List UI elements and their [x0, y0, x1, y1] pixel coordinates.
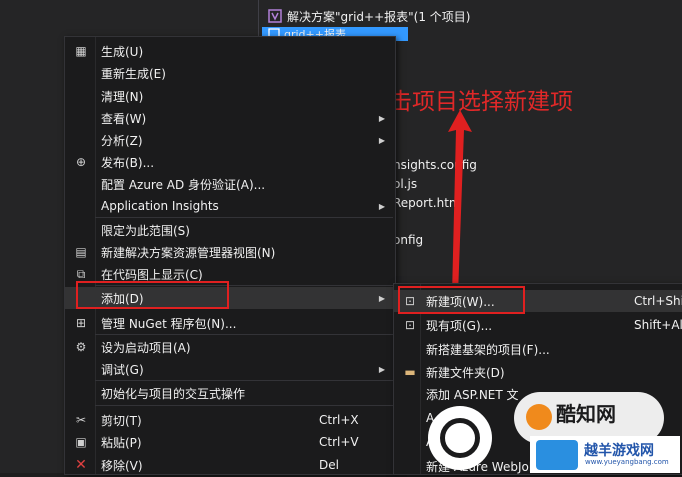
folder-icon: ▬: [404, 365, 416, 379]
menu-analyze[interactable]: 分析(Z) ▶: [65, 129, 395, 151]
solution-node[interactable]: 解决方案"grid++报表"(1 个项目): [268, 7, 470, 25]
existing-item-icon: ⊡: [404, 318, 416, 332]
solution-icon: [268, 9, 282, 23]
menu-app-insights[interactable]: Application Insights ▶: [65, 195, 395, 217]
scissors-icon: ✂: [75, 413, 87, 427]
menu-rebuild[interactable]: 重新生成(E): [65, 62, 395, 84]
nuget-icon: ⊞: [75, 316, 87, 330]
build-icon: ▦: [75, 44, 87, 58]
menu-cut[interactable]: ✂ 剪切(T) Ctrl+X: [65, 409, 395, 431]
close-icon: ✕: [75, 457, 87, 473]
globe-icon: ⊕: [75, 155, 87, 169]
menu-build[interactable]: ▦ 生成(U): [65, 40, 395, 62]
menu-paste[interactable]: ▣ 粘贴(P) Ctrl+V: [65, 431, 395, 453]
clipboard-icon: ▣: [75, 435, 87, 449]
watermark-site: 越羊游戏网: [584, 443, 654, 459]
menu-interactive[interactable]: 初始化与项目的交互式操作: [65, 382, 395, 404]
context-menu: ▦ 生成(U) 重新生成(E) 清理(N) 查看(W) ▶ 分析(Z) ▶ ⊕ …: [64, 36, 396, 475]
menu-clean[interactable]: 清理(N): [65, 85, 395, 107]
menu-azure-ad[interactable]: 配置 Azure AD 身份验证(A)...: [65, 173, 395, 195]
file-config[interactable]: onfig: [393, 233, 423, 247]
menu-view[interactable]: 查看(W) ▶: [65, 107, 395, 129]
annotation-arrow: [448, 110, 472, 295]
menu-publish[interactable]: ⊕ 发布(B)...: [65, 151, 395, 173]
highlight-add: [76, 281, 229, 309]
watermark-logo-ring: [440, 418, 480, 458]
submenu-arrow-icon: ▶: [378, 364, 385, 374]
watermark-url: www.yueyangbang.com: [585, 458, 669, 466]
submenu-arrow-icon: ▶: [378, 201, 385, 211]
submenu-arrow-icon: ▶: [378, 135, 385, 145]
submenu-new-folder[interactable]: ▬ 新建文件夹(D): [394, 361, 682, 383]
solution-label: 解决方案"grid++报表"(1 个项目): [287, 9, 471, 24]
menu-scope[interactable]: 限定为此范围(S): [65, 219, 395, 241]
submenu-existing-item[interactable]: ⊡ 现有项(G)... Shift+Alt: [394, 314, 682, 336]
menu-nuget[interactable]: ⊞ 管理 NuGet 程序包(N)...: [65, 312, 395, 334]
watermark-dot: [526, 404, 552, 430]
gear-icon: ⚙: [75, 340, 87, 354]
menu-debug[interactable]: 调试(G) ▶: [65, 358, 395, 380]
watermark-brand: 酷知网: [556, 402, 616, 426]
file-ol-js[interactable]: ol.js: [393, 177, 417, 191]
code-map-icon: ⧉: [76, 266, 86, 281]
menu-new-view[interactable]: ▤ 新建解决方案资源管理器视图(N): [65, 241, 395, 263]
submenu-scaffolded[interactable]: 新搭建基架的项目(F)...: [394, 338, 682, 360]
watermark-site-logo: [536, 440, 578, 470]
submenu-arrow-icon: ▶: [378, 113, 385, 123]
menu-startup[interactable]: ⚙ 设为启动项目(A): [65, 336, 395, 358]
new-view-icon: ▤: [75, 245, 87, 259]
highlight-new-item: [398, 286, 525, 314]
submenu-arrow-icon: ▶: [378, 293, 385, 303]
